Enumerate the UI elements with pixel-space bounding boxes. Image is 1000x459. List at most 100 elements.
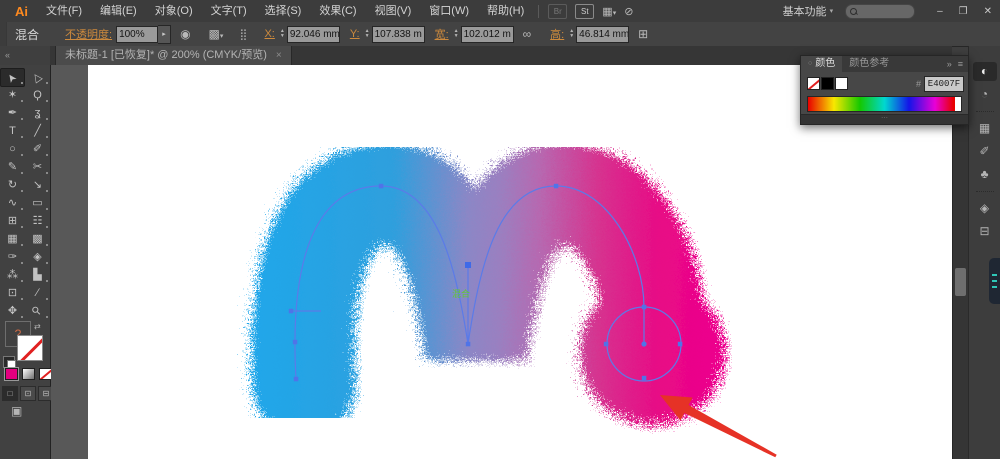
document-tab[interactable]: 未标题-1 [已恢复]* @ 200% (CMYK/预览) × xyxy=(55,46,292,65)
search-box[interactable] xyxy=(845,4,915,19)
stroke-swatch-none[interactable] xyxy=(17,335,43,361)
slice-tool[interactable]: ∕ xyxy=(26,285,49,302)
x-label[interactable]: X: xyxy=(264,28,274,40)
free-transform-tool[interactable]: ▭ xyxy=(26,195,49,212)
line-segment-tool[interactable]: ╱ xyxy=(26,123,49,140)
width-stepper[interactable]: ▲▼ xyxy=(454,29,459,39)
symbols-icon[interactable]: ♣ xyxy=(973,165,997,184)
reference-point-locator[interactable]: ⣿ xyxy=(239,28,247,41)
spectrum-white-chip[interactable] xyxy=(955,97,961,111)
blend-tool[interactable]: ◈ xyxy=(26,249,49,266)
tab-color[interactable]: ○ 颜色 xyxy=(801,56,842,72)
menu-help[interactable]: 帮助(H) xyxy=(478,0,533,22)
swatches-icon[interactable]: ▦ xyxy=(973,119,997,138)
opacity-label[interactable]: 不透明度: xyxy=(65,26,112,42)
gradient-button[interactable] xyxy=(22,368,35,380)
hex-field[interactable]: E4007F xyxy=(924,76,964,92)
y-field[interactable]: 107.838 m xyxy=(372,26,425,43)
touch-workspace-icon[interactable]: ⊘ xyxy=(624,5,633,18)
color-button[interactable] xyxy=(5,368,18,380)
pen-tool[interactable]: ✒ xyxy=(1,105,24,122)
color-spectrum-bar[interactable] xyxy=(807,96,962,112)
selection-tool[interactable]: ➤ xyxy=(0,68,25,87)
graphic-style-icon[interactable]: ◉ xyxy=(180,27,190,41)
close-button[interactable]: ✕ xyxy=(976,6,1000,17)
eyedropper-tool[interactable]: ✑ xyxy=(1,249,24,266)
tab-color-guide[interactable]: 颜色参考 xyxy=(842,56,896,72)
width-label[interactable]: 宽: xyxy=(435,26,449,42)
stepper-down-icon[interactable]: ▼ xyxy=(454,34,459,39)
y-stepper[interactable]: ▲▼ xyxy=(365,29,370,39)
artboard-tool[interactable]: ⊡ xyxy=(1,285,24,302)
vertical-scrollbar-thumb[interactable] xyxy=(955,268,966,296)
toolbar-collapse-icon[interactable]: « xyxy=(0,46,50,65)
layers-icon[interactable]: ◈ xyxy=(973,199,997,218)
magic-wand-tool[interactable]: ✶ xyxy=(1,87,24,104)
height-field[interactable]: 46.814 mm xyxy=(576,26,629,43)
artboards-icon[interactable]: ⊟ xyxy=(973,222,997,241)
restore-button[interactable]: ❐ xyxy=(951,6,976,17)
blob-brush-tool[interactable]: ʓ xyxy=(26,105,49,122)
menu-window[interactable]: 窗口(W) xyxy=(420,0,478,22)
type-tool[interactable]: T xyxy=(1,123,24,140)
pencil-tool[interactable]: ✎ xyxy=(1,159,24,176)
menu-edit[interactable]: 编辑(E) xyxy=(91,0,146,22)
opacity-dropdown-button[interactable]: ▸ xyxy=(158,25,171,44)
lasso-tool[interactable]: Ϙ xyxy=(26,87,49,104)
stepper-down-icon[interactable]: ▼ xyxy=(280,34,285,39)
fur-letter-m[interactable] xyxy=(295,186,717,417)
y-label[interactable]: Y: xyxy=(350,28,360,40)
menu-select[interactable]: 选择(S) xyxy=(256,0,311,22)
swatch-none[interactable] xyxy=(807,77,820,90)
menu-object[interactable]: 对象(O) xyxy=(146,0,202,22)
panel-resize-grip[interactable]: ⋯ xyxy=(801,114,968,124)
perspective-grid-tool[interactable]: ☷ xyxy=(26,213,49,230)
ellipse-tool[interactable]: ○ xyxy=(1,141,24,158)
menu-effect[interactable]: 效果(C) xyxy=(310,0,365,22)
stepper-down-icon[interactable]: ▼ xyxy=(569,34,574,39)
width-tool[interactable]: ∿ xyxy=(1,195,24,212)
tab-close-icon[interactable]: × xyxy=(276,46,282,65)
control-bar-grip[interactable] xyxy=(0,22,7,46)
opacity-field[interactable]: 100% xyxy=(116,26,158,43)
minimize-button[interactable]: – xyxy=(929,6,951,17)
bridge-icon[interactable]: Br xyxy=(548,4,567,19)
height-stepper[interactable]: ▲▼ xyxy=(569,29,574,39)
draw-normal-button[interactable]: □ xyxy=(2,386,18,401)
gradient-tool[interactable]: ▩ xyxy=(26,231,49,248)
width-field[interactable]: 102.012 m xyxy=(461,26,514,43)
swatch-black[interactable] xyxy=(821,77,834,90)
color-guide-icon[interactable]: ◔ xyxy=(973,85,997,104)
symbol-sprayer-tool[interactable]: ⁂ xyxy=(1,267,24,284)
arrange-documents-icon[interactable]: ▦▾ xyxy=(602,5,616,18)
paintbrush-tool[interactable]: ✐ xyxy=(26,141,49,158)
graph-tool[interactable]: ▙ xyxy=(26,267,49,284)
edge-widget[interactable] xyxy=(989,258,1000,304)
hand-tool[interactable]: ✥ xyxy=(1,303,24,320)
menu-file[interactable]: 文件(F) xyxy=(37,0,91,22)
panel-collapse-icon[interactable]: » xyxy=(947,59,952,69)
stepper-down-icon[interactable]: ▼ xyxy=(365,34,370,39)
search-input[interactable] xyxy=(860,6,900,16)
link-dimensions-icon[interactable]: ∞ xyxy=(523,27,532,41)
draw-behind-button[interactable]: ⊡ xyxy=(20,386,36,401)
default-fill-stroke-icon[interactable] xyxy=(3,356,15,368)
direct-selection-tool[interactable]: ▷ xyxy=(26,69,49,86)
swap-fill-stroke-icon[interactable]: ⇄ xyxy=(34,322,41,331)
mesh-tool[interactable]: ▦ xyxy=(1,231,24,248)
menu-view[interactable]: 视图(V) xyxy=(366,0,421,22)
workspace-switcher[interactable]: 基本功能 xyxy=(783,3,827,19)
x-stepper[interactable]: ▲▼ xyxy=(280,29,285,39)
rotate-tool[interactable]: ↻ xyxy=(1,177,24,194)
style-link-icon[interactable]: St xyxy=(575,4,594,19)
height-label[interactable]: 高: xyxy=(550,26,564,42)
brushes-icon[interactable]: ✐ xyxy=(973,142,997,161)
menu-type[interactable]: 文字(T) xyxy=(202,0,256,22)
shape-builder-tool[interactable]: ⊞ xyxy=(1,213,24,230)
x-field[interactable]: 92.046 mm xyxy=(287,26,340,43)
scissors-tool[interactable]: ✂ xyxy=(26,159,49,176)
scale-tool[interactable]: ↘ xyxy=(26,177,49,194)
panel-menu-icon[interactable]: ≡ xyxy=(958,59,963,69)
zoom-tool[interactable]: ⚲ xyxy=(26,303,49,320)
recolor-artwork-icon[interactable]: ▩▾ xyxy=(209,27,224,41)
